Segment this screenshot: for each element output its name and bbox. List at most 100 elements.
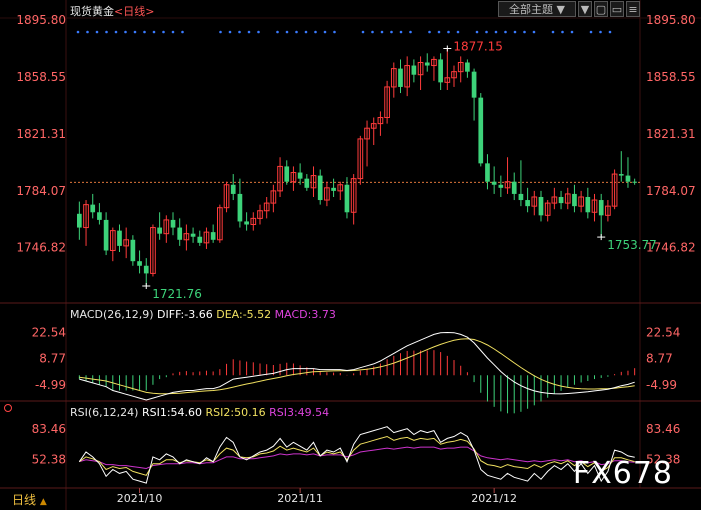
candle-body-83 bbox=[632, 181, 637, 183]
marker-dot-19 bbox=[257, 30, 260, 34]
candle-51 bbox=[417, 56, 424, 90]
candle-body-24 bbox=[237, 193, 243, 222]
macd-legend: MACD(26,12,9) DIFF:-3.66 DEA:-5.52 MACD:… bbox=[70, 308, 336, 321]
rsi2-value: RSI2:50.16 bbox=[205, 406, 266, 419]
period-link[interactable]: <日线> bbox=[114, 5, 154, 18]
candle-body-34 bbox=[304, 178, 310, 188]
candle-body-65 bbox=[511, 181, 517, 194]
marker-dot-35 bbox=[409, 30, 412, 34]
marker-dot-1 bbox=[86, 30, 89, 34]
candle-0 bbox=[77, 201, 82, 240]
candle-40 bbox=[344, 177, 350, 219]
candle-body-48 bbox=[398, 68, 403, 87]
candle-body-8 bbox=[130, 239, 136, 262]
marker-dot-56 bbox=[608, 30, 612, 34]
x-tick-label-0: 2021/10 bbox=[117, 492, 163, 505]
theme-select[interactable]: 全部主题 ▼ bbox=[498, 1, 576, 17]
marker-dot-54 bbox=[589, 30, 593, 34]
candle-68 bbox=[531, 190, 538, 216]
indicator-dot-icon[interactable] bbox=[4, 404, 12, 412]
candle-6 bbox=[117, 224, 122, 253]
rsi-y-tick-right-0: 83.46 bbox=[646, 422, 680, 436]
macd-y-tick-right-2: -4.99 bbox=[646, 378, 677, 392]
candle-body-58 bbox=[465, 62, 470, 72]
candle-body-3 bbox=[97, 212, 102, 220]
period-switcher[interactable]: 日线 ▲ bbox=[12, 491, 47, 508]
watermark-logo: FX678 bbox=[572, 456, 673, 491]
marker-dot-7 bbox=[143, 30, 146, 34]
marker-dot-30 bbox=[361, 30, 365, 34]
marker-dot-48 bbox=[532, 30, 536, 34]
candle-body-74 bbox=[572, 193, 577, 207]
marker-dot-46 bbox=[513, 30, 517, 34]
candle-13 bbox=[163, 215, 170, 243]
instrument-name: 现货黄金 bbox=[70, 5, 114, 18]
annotation-label-2: 1753.77 bbox=[607, 238, 657, 252]
instrument-title: 现货黄金<日线> bbox=[70, 3, 154, 19]
candle-58 bbox=[465, 59, 470, 78]
candle-body-78 bbox=[598, 200, 604, 216]
marker-dot-6 bbox=[133, 30, 137, 34]
candle-31 bbox=[284, 160, 290, 185]
candle-body-59 bbox=[471, 71, 477, 98]
chevron-down-icon: ▼ bbox=[556, 3, 565, 16]
marker-dot-9 bbox=[162, 30, 165, 34]
candle-body-60 bbox=[478, 97, 484, 164]
candle-8 bbox=[130, 235, 136, 266]
candle-48 bbox=[398, 59, 403, 94]
marker-dot-16 bbox=[228, 30, 232, 34]
candle-41 bbox=[350, 174, 357, 225]
candle-37 bbox=[324, 181, 330, 207]
candle-80 bbox=[611, 169, 618, 210]
candle-body-67 bbox=[525, 200, 530, 207]
candle-29 bbox=[270, 184, 277, 213]
y-tick-left-2: 1821.31 bbox=[16, 127, 66, 141]
candle-10 bbox=[143, 258, 149, 286]
candle-body-72 bbox=[558, 196, 564, 204]
candle-71 bbox=[551, 187, 558, 210]
candle-79 bbox=[605, 200, 611, 222]
candle-12 bbox=[157, 212, 162, 240]
candle-61 bbox=[485, 154, 490, 190]
menu-button[interactable]: ≡ bbox=[626, 1, 640, 17]
candle-26 bbox=[250, 212, 257, 231]
candle-39 bbox=[337, 181, 344, 201]
candle-74 bbox=[572, 184, 577, 213]
candle-50 bbox=[411, 59, 417, 83]
macd-diff-value: DIFF:-3.66 bbox=[157, 308, 213, 321]
macd-y-tick-left-0: 22.54 bbox=[32, 325, 66, 339]
maximize-button[interactable]: ▭ bbox=[610, 1, 624, 17]
candle-2 bbox=[90, 193, 96, 219]
candle-body-63 bbox=[498, 184, 504, 188]
menu-icon: ≡ bbox=[628, 3, 638, 16]
candle-body-38 bbox=[331, 187, 336, 191]
rsi2-line bbox=[79, 435, 635, 476]
marker-dot-25 bbox=[314, 30, 317, 34]
candle-73 bbox=[564, 187, 571, 210]
candle-46 bbox=[384, 80, 390, 124]
candle-23 bbox=[230, 174, 236, 201]
restore-button[interactable]: ▢ bbox=[594, 1, 608, 17]
candle-33 bbox=[297, 163, 303, 185]
candle-28 bbox=[263, 196, 270, 219]
candle-72 bbox=[558, 190, 564, 210]
rsi-legend: RSI(6,12,24) RSI1:54.60 RSI2:50.16 RSI3:… bbox=[70, 406, 329, 419]
candle-11 bbox=[150, 224, 156, 277]
candle-body-6 bbox=[117, 230, 122, 246]
candle-67 bbox=[525, 187, 530, 213]
candle-63 bbox=[498, 175, 504, 197]
marker-dot-23 bbox=[295, 30, 298, 34]
collapse-button[interactable]: ▼ bbox=[578, 1, 592, 17]
candle-body-9 bbox=[137, 261, 142, 266]
maximize-icon: ▭ bbox=[611, 3, 623, 16]
candle-body-54 bbox=[438, 59, 443, 83]
candle-62 bbox=[491, 166, 497, 194]
marker-dot-2 bbox=[95, 30, 99, 34]
macd-dea-line bbox=[79, 338, 635, 395]
y-tick-left-4: 1746.82 bbox=[16, 241, 66, 255]
annotation-label-0: 1877.15 bbox=[453, 40, 503, 54]
x-tick-label-2: 2021/12 bbox=[471, 492, 517, 505]
arrow-down-icon: ▼ bbox=[580, 3, 590, 16]
marker-dot-43 bbox=[485, 30, 488, 34]
macd-y-tick-right-0: 22.54 bbox=[646, 325, 680, 339]
